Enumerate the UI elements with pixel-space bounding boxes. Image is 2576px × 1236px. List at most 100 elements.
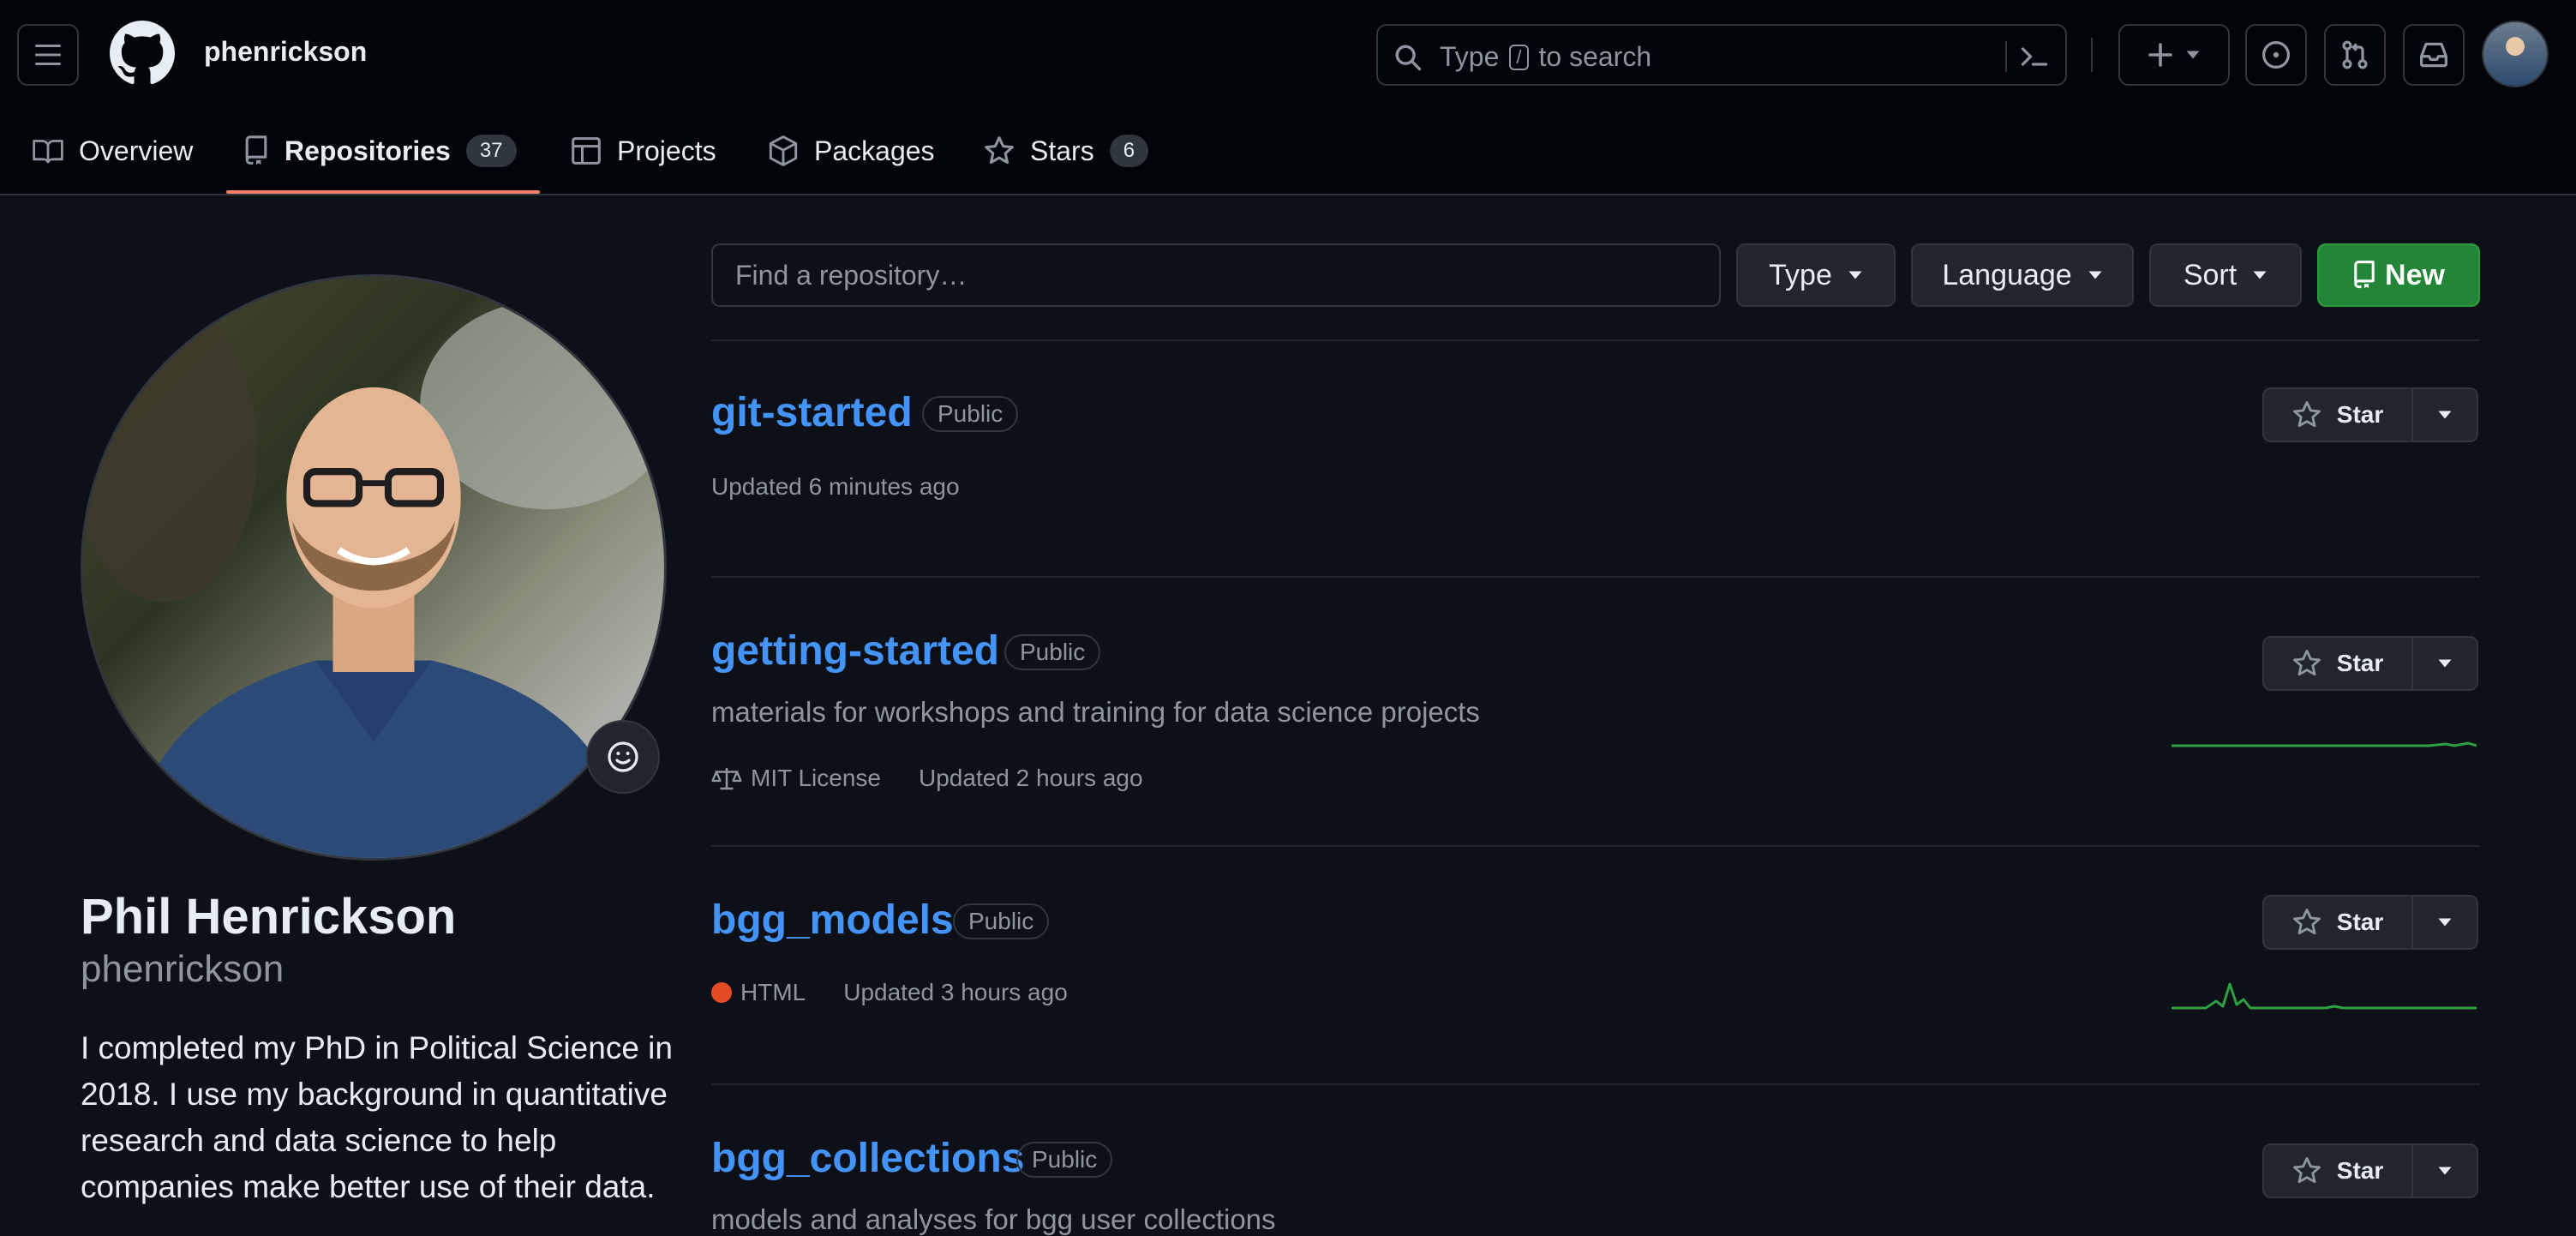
tab-projects[interactable]: Projects <box>571 125 716 177</box>
tab-stars[interactable]: Stars 6 <box>984 125 1149 177</box>
star-label: Star <box>2336 401 2384 428</box>
stars-count: 6 <box>1109 135 1149 167</box>
git-pull-request-icon <box>2342 40 2368 69</box>
star-button[interactable]: Star <box>2264 1145 2413 1197</box>
visibility-badge: Public <box>922 396 1019 432</box>
star-icon <box>2292 1157 2321 1184</box>
create-new-button[interactable] <box>2118 24 2230 86</box>
visibility-badge: Public <box>1004 634 1101 670</box>
caret-down-icon <box>1848 271 1862 279</box>
command-palette-icon[interactable] <box>2019 43 2050 70</box>
language-filter-button[interactable]: Language <box>1911 243 2134 307</box>
star-label: Star <box>2336 909 2384 935</box>
tab-overview[interactable]: Overview <box>33 125 193 177</box>
new-repository-button[interactable]: New <box>2317 243 2480 307</box>
profile-username: phenrickson <box>81 948 285 990</box>
caret-down-icon <box>2438 411 2452 419</box>
header-separator <box>2091 38 2093 72</box>
smiley-icon <box>608 741 638 772</box>
active-tab-underline <box>226 190 540 194</box>
pull-requests-button[interactable] <box>2324 24 2386 86</box>
star-label: Star <box>2336 1157 2384 1184</box>
set-status-button[interactable] <box>586 720 660 794</box>
tab-packages-label: Packages <box>814 135 935 166</box>
star-button-group: Star <box>2262 1143 2478 1198</box>
tab-repositories[interactable]: Repositories 37 <box>243 125 517 177</box>
repo-license[interactable]: MIT License <box>751 765 881 792</box>
search-hint-suffix: to search <box>1538 41 1652 72</box>
issues-button[interactable] <box>2245 24 2307 86</box>
star-button-group: Star <box>2262 636 2478 691</box>
repo-meta: HTML Updated 3 hours ago <box>711 979 1068 1006</box>
star-button[interactable]: Star <box>2264 638 2413 689</box>
star-icon <box>985 136 1014 165</box>
repo-updated: Updated 3 hours ago <box>843 979 1068 1005</box>
repo-icon <box>245 135 267 165</box>
star-list-dropdown[interactable] <box>2413 897 2477 948</box>
new-repository-label: New <box>2385 258 2445 291</box>
profile-photo[interactable] <box>81 274 667 861</box>
hamburger-icon <box>35 45 61 65</box>
user-avatar[interactable] <box>2482 21 2549 87</box>
package-icon <box>769 135 798 166</box>
caret-down-icon <box>2438 1167 2452 1175</box>
repo-meta: MIT License Updated 2 hours ago <box>711 765 1143 792</box>
search-icon <box>1395 45 1422 71</box>
sort-filter-label: Sort <box>2183 258 2238 291</box>
star-icon <box>2292 650 2321 676</box>
repo-language: HTML <box>740 979 806 1005</box>
activity-sparkline <box>2172 741 2477 747</box>
inbox-button[interactable] <box>2403 24 2465 86</box>
caret-down-icon <box>2253 271 2267 279</box>
github-logo-icon[interactable] <box>110 21 175 86</box>
repo-name-link[interactable]: git-started <box>711 389 913 436</box>
repo-name-link[interactable]: bgg_collections <box>711 1135 1024 1182</box>
star-list-dropdown[interactable] <box>2413 1145 2477 1197</box>
inbox-icon <box>2419 42 2448 68</box>
tab-packages[interactable]: Packages <box>768 125 935 177</box>
repo-name-link[interactable]: getting-started <box>711 627 999 675</box>
sort-filter-button[interactable]: Sort <box>2149 243 2302 307</box>
repositories-count: 37 <box>465 135 517 167</box>
tab-stars-label: Stars <box>1030 135 1094 166</box>
repo-description: materials for workshops and training for… <box>711 696 1480 728</box>
type-filter-label: Type <box>1769 258 1832 291</box>
search-hint: Type / to search <box>1440 41 1651 73</box>
header-username[interactable]: phenrickson <box>204 36 367 68</box>
star-list-dropdown[interactable] <box>2413 389 2477 441</box>
star-button[interactable]: Star <box>2264 897 2413 948</box>
menu-button[interactable] <box>17 24 79 86</box>
repo-updated: Updated 2 hours ago <box>919 765 1143 791</box>
star-button-group: Star <box>2262 387 2478 442</box>
search-hint-prefix: Type <box>1440 41 1500 72</box>
type-filter-button[interactable]: Type <box>1736 243 1896 307</box>
law-icon <box>711 768 742 790</box>
language-filter-label: Language <box>1942 258 2072 291</box>
search-divider <box>2005 41 2007 72</box>
repo-name-link[interactable]: bgg_models <box>711 897 954 944</box>
caret-down-icon <box>2438 659 2452 668</box>
caret-down-icon <box>2438 918 2452 927</box>
star-list-dropdown[interactable] <box>2413 638 2477 689</box>
find-repository-input[interactable] <box>711 243 1721 307</box>
search-shortcut-key: / <box>1509 44 1529 70</box>
table-icon <box>572 137 601 165</box>
list-divider <box>711 1083 2480 1085</box>
repo-description: models and analyses for bgg user collect… <box>711 1203 1276 1235</box>
star-icon <box>2292 909 2321 935</box>
profile-full-name: Phil Henrickson <box>81 889 457 945</box>
list-divider <box>711 845 2480 847</box>
language-color-dot <box>711 982 732 1003</box>
repo-meta: Updated 6 minutes ago <box>711 473 960 501</box>
plus-icon <box>2148 43 2172 67</box>
star-button[interactable]: Star <box>2264 389 2413 441</box>
global-search[interactable]: Type / to search <box>1376 24 2067 86</box>
star-button-group: Star <box>2262 895 2478 950</box>
top-header: phenrickson Type / to search Overview Re… <box>0 0 2576 195</box>
repo-updated: Updated 6 minutes ago <box>711 473 960 500</box>
tab-projects-label: Projects <box>617 135 716 166</box>
visibility-badge: Public <box>1016 1142 1113 1178</box>
repo-icon <box>2354 261 2375 289</box>
star-label: Star <box>2336 650 2384 676</box>
visibility-badge: Public <box>953 903 1050 939</box>
